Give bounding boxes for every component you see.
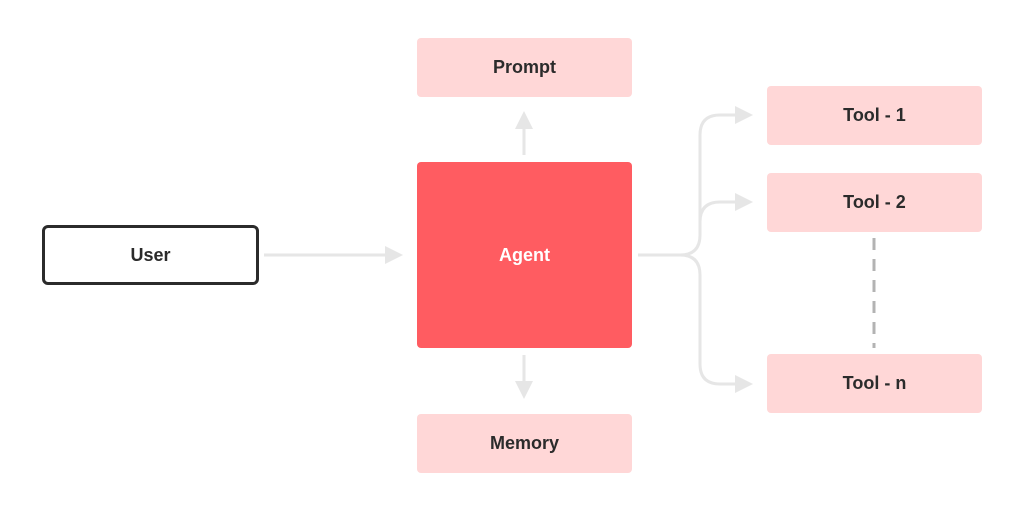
tool-2-node: Tool - 2 xyxy=(767,173,982,232)
prompt-label: Prompt xyxy=(493,57,556,77)
user-label: User xyxy=(130,244,171,265)
agent-node: Agent xyxy=(417,162,632,348)
edge-agent-tooln xyxy=(679,253,753,393)
edge-agent-tool1 xyxy=(638,106,753,257)
memory-label: Memory xyxy=(489,433,560,453)
tool-1-node: Tool - 1 xyxy=(767,86,982,145)
agent-label: Agent xyxy=(499,244,550,265)
tool-n-label: Tool - n xyxy=(842,373,907,393)
user-node: User xyxy=(42,225,259,285)
tool-1-label: Tool - 1 xyxy=(843,105,906,125)
edge-agent-tool2 xyxy=(698,193,753,223)
tool-n-node: Tool - n xyxy=(767,354,982,413)
memory-node: Memory xyxy=(417,414,632,473)
tool-2-label: Tool - 2 xyxy=(843,192,906,212)
prompt-node: Prompt xyxy=(417,38,632,97)
